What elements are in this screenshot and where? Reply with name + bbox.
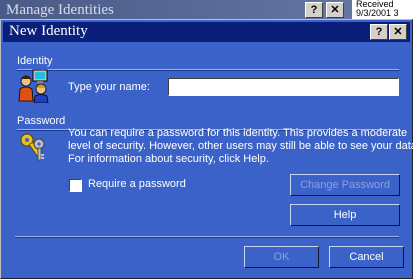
- bg-help-button[interactable]: ?: [305, 2, 323, 18]
- dialog-titlebar: New Identity ? ✕: [3, 22, 410, 42]
- bg-message-list-strip: Received 9/3/2001 3: [352, 0, 413, 20]
- identity-section-label: Identity: [17, 55, 53, 67]
- ok-button[interactable]: OK: [244, 246, 319, 268]
- password-description-line1: You can require a password for this iden…: [68, 127, 408, 139]
- bg-close-button[interactable]: ✕: [326, 2, 344, 18]
- name-label: Type your name:: [68, 81, 150, 93]
- cancel-button[interactable]: Cancel: [329, 246, 404, 268]
- name-input[interactable]: [168, 78, 399, 96]
- password-keys-icon: [20, 133, 45, 161]
- dialog-title: New Identity: [9, 23, 88, 39]
- footer-divider: [15, 236, 399, 238]
- change-password-button[interactable]: Change Password: [290, 174, 400, 196]
- require-password-checkbox[interactable]: [69, 179, 82, 192]
- require-password-label[interactable]: Require a password: [88, 178, 186, 190]
- help-button[interactable]: Help: [290, 204, 400, 226]
- dialog-help-button[interactable]: ?: [370, 24, 388, 40]
- new-identity-dialog: New Identity ? ✕ Identity Type your name…: [0, 19, 413, 279]
- password-section-label: Password: [17, 115, 66, 127]
- password-description-line3: For information about security, click He…: [68, 153, 269, 165]
- dialog-close-button[interactable]: ✕: [389, 24, 407, 40]
- manage-identities-title: Manage Identities: [6, 2, 114, 18]
- identity-divider: [17, 69, 399, 71]
- bg-strip-date: 9/3/2001 3: [356, 8, 399, 18]
- password-description-line2: level of security. However, other users …: [68, 140, 413, 152]
- identity-users-icon: [18, 69, 49, 103]
